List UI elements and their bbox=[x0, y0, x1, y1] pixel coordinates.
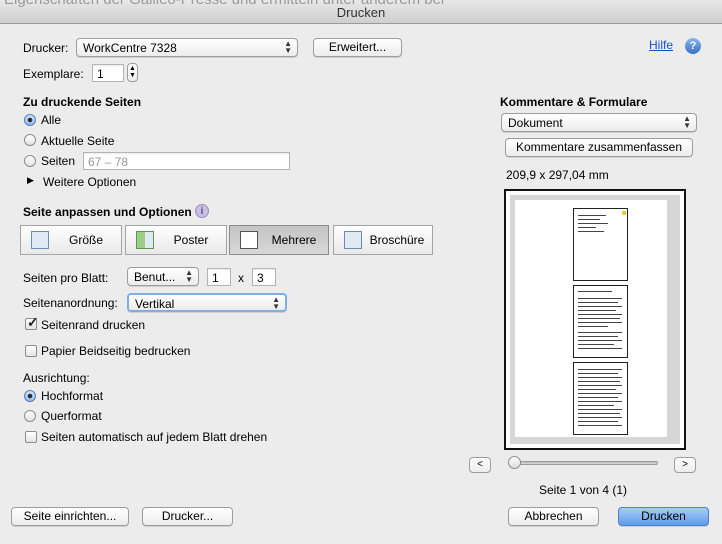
help-link[interactable]: Hilfe bbox=[649, 38, 673, 52]
chevron-updown-icon: ▲ ▼ bbox=[185, 268, 193, 284]
page-order-value: Vertikal bbox=[135, 297, 175, 311]
mode-booklet-button[interactable]: Broschüre bbox=[333, 225, 433, 255]
copies-input[interactable]: 1 bbox=[92, 64, 124, 82]
chevron-updown-icon: ▲ ▼ bbox=[284, 39, 292, 55]
radio-portrait[interactable] bbox=[24, 390, 36, 402]
orientation-label: Ausrichtung: bbox=[23, 371, 90, 385]
radio-portrait-label: Hochformat bbox=[41, 389, 104, 403]
radio-pages[interactable] bbox=[24, 155, 36, 167]
print-border-label: Seitenrand drucken bbox=[41, 318, 146, 332]
mode-poster-label: Poster bbox=[173, 233, 209, 247]
next-page-button[interactable]: > bbox=[674, 457, 696, 473]
mode-multiple-button[interactable]: Mehrere bbox=[229, 225, 329, 255]
fit-heading: Seite anpassen und Optionen bbox=[23, 205, 192, 219]
resize-icon bbox=[31, 231, 49, 249]
checkmark-icon: ✓ bbox=[27, 314, 39, 330]
chevron-updown-icon: ▲ ▼ bbox=[683, 114, 691, 130]
mode-poster-button[interactable]: Poster bbox=[125, 225, 227, 255]
printer-select[interactable]: WorkCentre 7328 ▲ ▼ bbox=[76, 38, 298, 57]
preview-sheet bbox=[515, 200, 667, 437]
cancel-button[interactable]: Abbrechen bbox=[508, 507, 599, 526]
duplex-label: Papier Beidseitig bedrucken bbox=[41, 344, 191, 358]
page-order-select[interactable]: Vertikal ▲ ▼ bbox=[127, 293, 287, 312]
radio-current-page[interactable] bbox=[24, 134, 36, 146]
page-order-label: Seitenanordnung: bbox=[23, 296, 118, 310]
more-options-label[interactable]: Weitere Optionen bbox=[43, 175, 136, 189]
printer-select-value: WorkCentre 7328 bbox=[83, 41, 177, 55]
autorotate-checkbox[interactable] bbox=[25, 431, 37, 443]
rows-input[interactable]: 3 bbox=[252, 268, 276, 286]
page-range-input[interactable]: 67 – 78 bbox=[83, 152, 290, 170]
mode-booklet-label: Broschüre bbox=[369, 233, 425, 247]
copies-label: Exemplare: bbox=[23, 67, 84, 81]
comments-select[interactable]: Dokument ▲ ▼ bbox=[501, 113, 697, 132]
radio-landscape-label: Querformat bbox=[41, 409, 102, 423]
times-label: x bbox=[238, 271, 244, 285]
preview-page-2 bbox=[573, 285, 628, 358]
chevron-updown-icon: ▲ ▼ bbox=[272, 295, 280, 311]
printer-button[interactable]: Drucker... bbox=[142, 507, 233, 526]
preview-page-1 bbox=[573, 208, 628, 281]
info-icon[interactable]: i bbox=[195, 204, 209, 218]
summarize-comments-button[interactable]: Kommentare zusammenfassen bbox=[505, 138, 693, 157]
multiple-pages-icon bbox=[240, 231, 258, 249]
mode-size-button[interactable]: Größe bbox=[20, 225, 122, 255]
page-slider-knob[interactable] bbox=[508, 456, 521, 469]
page-status: Seite 1 von 4 (1) bbox=[539, 483, 628, 497]
previous-page-button[interactable]: < bbox=[469, 457, 491, 473]
columns-input[interactable]: 1 bbox=[207, 268, 231, 286]
preview-page-3 bbox=[573, 362, 628, 435]
autorotate-label: Seiten automatisch auf jedem Blatt drehe… bbox=[41, 430, 268, 444]
comments-select-value: Dokument bbox=[508, 116, 563, 130]
paper-size-label: 209,9 x 297,04 mm bbox=[506, 168, 609, 182]
comments-heading: Kommentare & Formulare bbox=[500, 95, 648, 109]
radio-current-page-label: Aktuelle Seite bbox=[41, 134, 115, 148]
printer-label: Drucker: bbox=[23, 41, 69, 55]
duplex-checkbox[interactable] bbox=[25, 345, 37, 357]
preview-backdrop bbox=[510, 195, 680, 444]
poster-icon bbox=[136, 231, 154, 249]
advanced-button[interactable]: Erweitert... bbox=[313, 38, 402, 57]
radio-all-label: Alle bbox=[41, 113, 62, 127]
pages-per-sheet-select[interactable]: Benut... ▲ ▼ bbox=[127, 267, 199, 286]
mode-size-label: Größe bbox=[68, 233, 103, 247]
radio-landscape[interactable] bbox=[24, 410, 36, 422]
help-icon[interactable]: ? bbox=[685, 38, 701, 54]
print-border-checkbox[interactable]: ✓ bbox=[25, 314, 39, 330]
pages-per-sheet-value: Benut... bbox=[134, 270, 176, 284]
page-slider-track[interactable] bbox=[510, 461, 658, 465]
pages-per-sheet-label: Seiten pro Blatt: bbox=[23, 271, 109, 285]
radio-all[interactable] bbox=[24, 114, 36, 126]
mode-multiple-label: Mehrere bbox=[271, 233, 317, 247]
disclosure-triangle-icon[interactable]: ▶ bbox=[27, 175, 34, 186]
pages-heading: Zu druckende Seiten bbox=[23, 95, 142, 109]
print-button[interactable]: Drucken bbox=[618, 507, 709, 526]
page-setup-button[interactable]: Seite einrichten... bbox=[11, 507, 129, 526]
radio-pages-label: Seiten bbox=[41, 154, 76, 168]
copies-stepper[interactable]: ▲ ▼ bbox=[127, 63, 138, 82]
dialog-title: Drucken bbox=[336, 5, 386, 20]
booklet-icon bbox=[344, 231, 362, 249]
print-preview bbox=[504, 189, 686, 450]
title-bar: Eigenschaften der Galileo-Presse und erm… bbox=[0, 0, 722, 24]
